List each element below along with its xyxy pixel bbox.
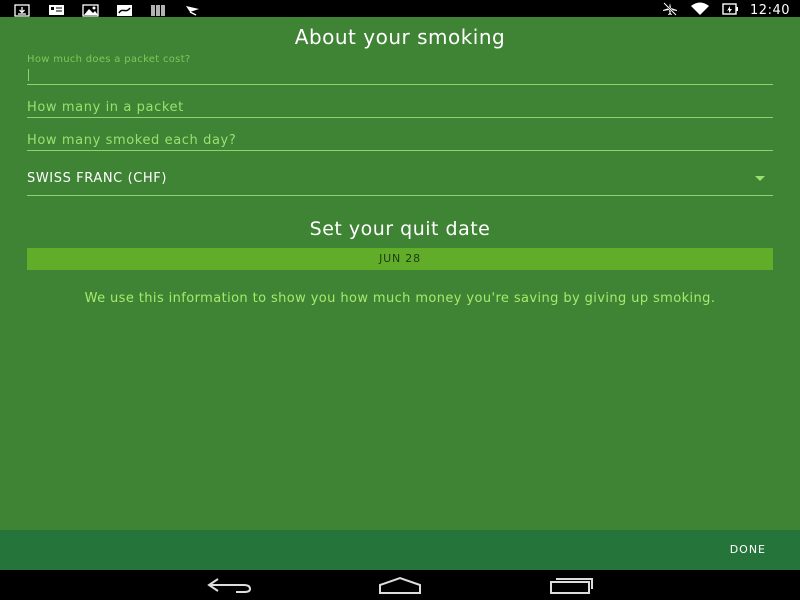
quit-date-button[interactable]: JUN 28: [27, 248, 773, 270]
dropdown-arrow-icon: [755, 176, 765, 181]
recents-icon[interactable]: [548, 576, 594, 594]
smoking-setup-screen: About your smoking How much does a packe…: [0, 17, 800, 530]
currency-selected: SWISS FRANC (CHF): [27, 171, 168, 186]
daily-count-input[interactable]: [27, 133, 773, 148]
packet-count-input[interactable]: [27, 100, 773, 115]
page-title: About your smoking: [294, 25, 506, 49]
map-icon: [116, 2, 133, 16]
packet-count-field[interactable]: [27, 95, 773, 118]
status-bar: 12:40: [0, 0, 800, 18]
home-icon[interactable]: [377, 576, 423, 594]
clock: 12:40: [750, 3, 790, 18]
packet-cost-label: How much does a packet cost?: [27, 54, 191, 65]
photo-icon: [82, 2, 99, 17]
notification-icons: [14, 2, 201, 17]
barcode-icon: [150, 2, 167, 16]
text-cursor: [28, 69, 29, 81]
navigation-bar: [0, 570, 800, 600]
daily-count-field[interactable]: [27, 128, 773, 151]
packet-cost-field[interactable]: How much does a packet cost?: [27, 54, 773, 85]
play-store-icon: [184, 2, 201, 16]
done-button[interactable]: DONE: [730, 543, 766, 556]
currency-dropdown[interactable]: SWISS FRANC (CHF): [27, 171, 773, 196]
action-bar: DONE: [0, 530, 800, 570]
download-icon: [14, 2, 31, 17]
message-icon: [48, 2, 65, 15]
back-icon[interactable]: [206, 576, 252, 594]
quit-date-title: Set your quit date: [309, 218, 491, 240]
info-text: We use this information to show you how …: [84, 291, 716, 306]
